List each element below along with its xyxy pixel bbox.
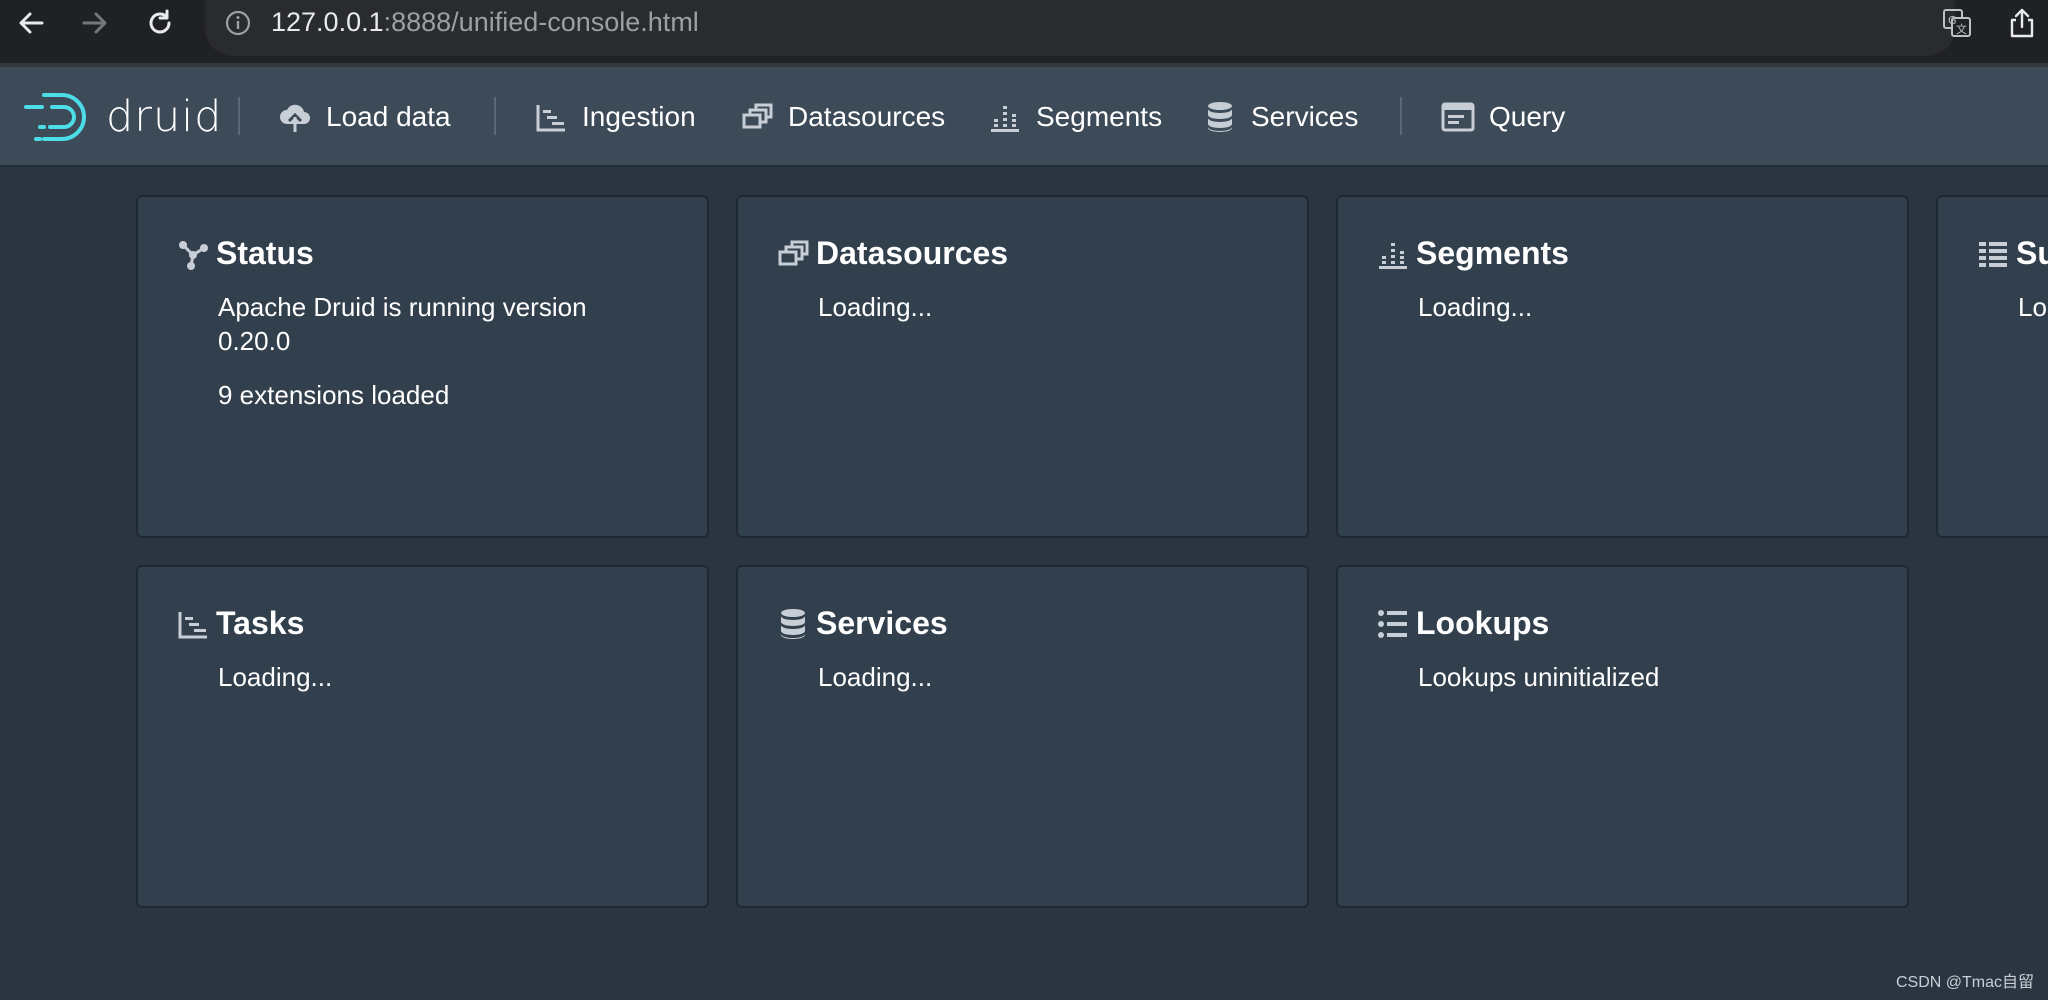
database-icon (776, 607, 810, 641)
loading-text: Loading... (818, 662, 933, 692)
card-title: Segments (1416, 235, 1569, 271)
watermark: CSDN @Tmac自留 (1895, 974, 2034, 991)
card-body: Loading... (818, 660, 1277, 714)
forward-arrow-icon[interactable] (76, 4, 114, 42)
nav-label: Datasources (788, 101, 946, 132)
nav-label: Services (1251, 101, 1359, 132)
multi-select-icon (740, 100, 774, 134)
reload-icon[interactable] (141, 4, 179, 42)
card-body: Loading... (1418, 290, 1877, 344)
info-icon[interactable] (225, 10, 251, 36)
card-body: Apache Druid is running version 0.20.0 9… (218, 290, 677, 432)
share-icon[interactable] (2003, 4, 2041, 42)
nav-label: Ingestion (582, 101, 696, 132)
card-datasources[interactable]: Datasources Loading... (736, 195, 1309, 538)
druid-logo[interactable]: druid (22, 89, 222, 145)
loading-text: Loading... (818, 292, 933, 322)
stacked-chart-icon (988, 100, 1022, 134)
translate-icon[interactable]: G文 (1938, 4, 1976, 42)
database-icon (1203, 100, 1237, 134)
card-header: Tasks (176, 605, 304, 642)
nav-services[interactable]: Services (1203, 91, 1358, 143)
nav-divider (1400, 97, 1402, 135)
card-body: Lookups uninitialized (1418, 660, 1877, 714)
card-supervisors-partial[interactable]: Su Lo (1936, 195, 2048, 538)
gantt-chart-icon (176, 607, 210, 641)
card-body: Loading... (818, 290, 1277, 344)
nav-label: Query (1489, 101, 1566, 132)
nav-divider (494, 97, 496, 135)
browser-toolbar: 127.0.0.1:8888/unified-console.html G文 (0, 0, 2048, 67)
card-title: Datasources (816, 235, 1009, 271)
nav-ingestion[interactable]: Ingestion (534, 91, 696, 143)
card-title: Tasks (216, 605, 305, 641)
gantt-chart-icon (534, 100, 568, 134)
cloud-upload-icon (278, 100, 312, 134)
stacked-chart-icon (1376, 237, 1410, 271)
nav-query[interactable]: Query (1441, 91, 1565, 143)
status-version-text: Apache Druid is running version 0.20.0 (218, 292, 587, 356)
logo-text: druid (106, 92, 223, 142)
card-lookups[interactable]: Lookups Lookups uninitialized (1336, 565, 1909, 908)
druid-navbar: druid Load data Ingestion Datasources Se… (0, 67, 2048, 167)
card-title: Su (2016, 235, 2048, 271)
card-status[interactable]: Status Apache Druid is running version 0… (136, 195, 709, 538)
url-text: 127.0.0.1:8888/unified-console.html (271, 7, 699, 38)
nav-label: Segments (1036, 101, 1163, 132)
loading-text: Lo (2018, 292, 2047, 322)
card-title: Services (816, 605, 948, 641)
url-host: 127.0.0.1 (271, 7, 384, 37)
status-extensions-text: 9 extensions loaded (218, 380, 450, 410)
card-title: Lookups (1416, 605, 1550, 641)
nav-load-data[interactable]: Load data (278, 91, 451, 143)
url-path: :8888/unified-console.html (383, 7, 699, 37)
multi-select-icon (776, 237, 810, 271)
application-icon (1441, 100, 1475, 134)
loading-text: Loading... (218, 662, 333, 692)
graph-icon (176, 237, 210, 271)
loading-text: Loading... (1418, 292, 1533, 322)
card-header: Su (1976, 235, 2048, 272)
card-tasks[interactable]: Tasks Loading... (136, 565, 709, 908)
lookups-status-text: Lookups uninitialized (1418, 662, 1660, 692)
nav-label: Load data (326, 101, 451, 132)
card-header: Datasources (776, 235, 1008, 272)
card-header: Segments (1376, 235, 1569, 272)
nav-divider (238, 97, 240, 135)
svg-text:文: 文 (1956, 22, 1967, 36)
nav-datasources[interactable]: Datasources (740, 91, 945, 143)
properties-icon (1976, 237, 2010, 271)
card-header: Lookups (1376, 605, 1549, 642)
card-body: Lo (2018, 290, 2048, 344)
card-header: Status (176, 235, 314, 272)
card-title: Status (216, 235, 314, 271)
list-icon (1376, 607, 1410, 641)
card-segments[interactable]: Segments Loading... (1336, 195, 1909, 538)
back-arrow-icon[interactable] (12, 4, 50, 42)
address-bar[interactable]: 127.0.0.1:8888/unified-console.html (205, 0, 1955, 56)
card-services[interactable]: Services Loading... (736, 565, 1309, 908)
druid-logo-icon (24, 93, 86, 141)
nav-segments[interactable]: Segments (988, 91, 1162, 143)
card-header: Services (776, 605, 948, 642)
card-body: Loading... (218, 660, 677, 714)
